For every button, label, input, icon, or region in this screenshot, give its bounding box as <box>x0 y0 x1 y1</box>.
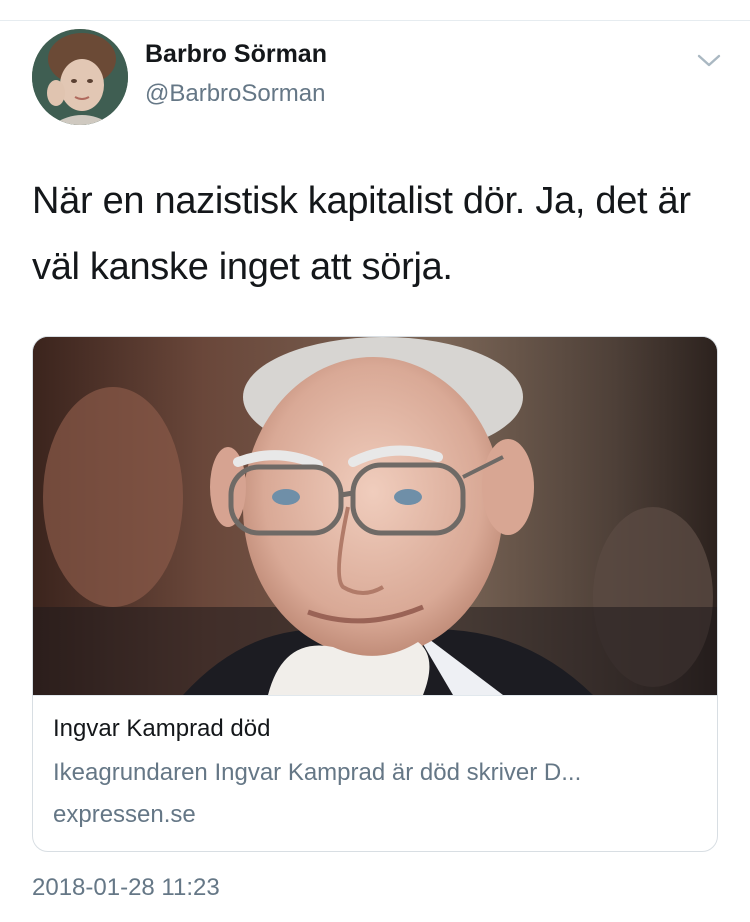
tweet-text: När en nazistisk kapitalist dör. Ja, det… <box>32 180 691 288</box>
card-description: Ikeagrundaren Ingvar Kamprad är död skri… <box>53 759 582 786</box>
card-domain: expressen.se <box>53 801 196 828</box>
author-name[interactable]: Barbro Sörman <box>145 40 327 69</box>
avatar[interactable] <box>32 29 128 125</box>
chevron-down-icon[interactable] <box>696 50 722 70</box>
card-title[interactable]: Ingvar Kamprad död <box>53 715 270 743</box>
avatar-photo <box>32 29 128 125</box>
card-image <box>33 337 717 695</box>
tweet-timestamp[interactable]: 2018-01-28 11:23 <box>32 874 220 902</box>
link-card[interactable]: Ingvar Kamprad död Ikeagrundaren Ingvar … <box>32 336 718 852</box>
author-handle[interactable]: @BarbroSorman <box>145 80 325 108</box>
card-divider <box>33 695 717 696</box>
top-divider <box>0 20 750 21</box>
